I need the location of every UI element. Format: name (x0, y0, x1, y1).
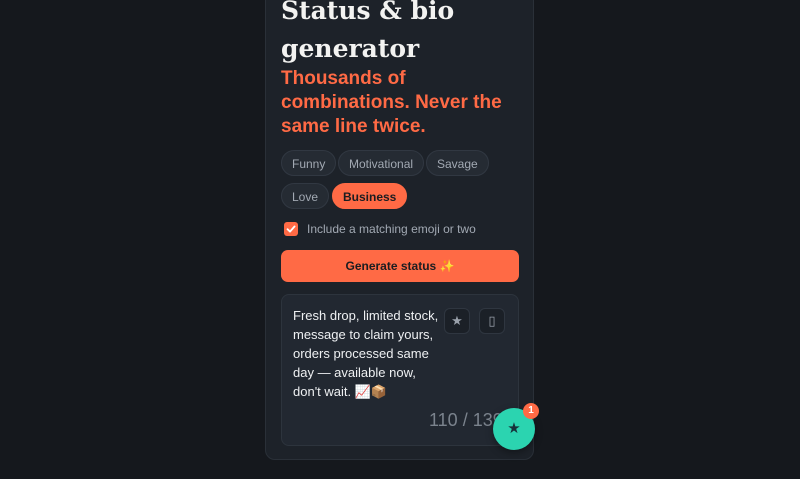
page: Status & bio generator Thousands of comb… (0, 0, 800, 479)
favorite-icon[interactable]: ★ (444, 308, 470, 334)
checkmark-icon (286, 225, 296, 233)
emoji-checkbox[interactable] (284, 222, 298, 236)
copy-icon[interactable]: ▯ (479, 308, 505, 334)
generated-status-text: Fresh drop, limited stock, message to cl… (293, 308, 439, 399)
generate-status-button[interactable]: Generate status ✨ (281, 250, 519, 282)
favorites-count-badge: 1 (523, 403, 539, 419)
star-icon: ★ (507, 420, 521, 437)
category-chip-funny[interactable]: Funny (281, 150, 337, 176)
category-chip-motivational[interactable]: Motivational (338, 150, 425, 176)
emoji-checkbox-label: Include a matching emoji or two (307, 222, 476, 236)
category-chip-business[interactable]: Business (332, 183, 408, 209)
page-subtitle: Thousands of combinations. Never the sam… (281, 68, 502, 137)
page-title: Status & bio generator (281, 0, 455, 63)
category-chip-savage[interactable]: Savage (426, 150, 489, 176)
category-chip-love[interactable]: Love (281, 183, 330, 209)
